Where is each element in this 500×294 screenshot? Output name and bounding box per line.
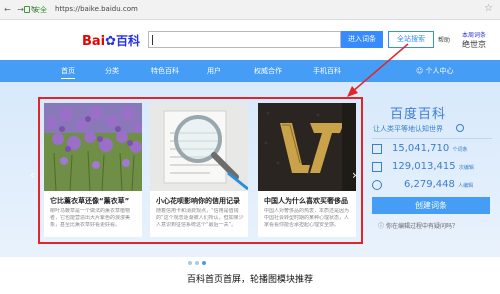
stat-unit: 个词条 [452,147,468,153]
edit-icon [372,162,382,172]
stat-value: 129,013,415 次编辑 [392,161,474,172]
users-icon [372,180,382,190]
panel-subtitle: 让人类平等地认知世界 [373,125,443,133]
document-icon [372,144,382,154]
stat-unit: 人编辑 [458,183,474,189]
panel-title: 百度百科 [390,107,447,122]
play-circle-icon[interactable] [456,124,464,132]
image-caption: 百科首页首屏，轮播图模块推荐 [186,275,313,285]
create-entry-button[interactable]: 创建词条 [372,197,490,214]
stat-value: 15,041,710 个词条 [392,143,467,154]
panel-divider [372,138,492,139]
editing-help-link[interactable]: ⓘ 你在编辑过程中有疑问吗？ [378,221,458,230]
stat-value: 6,279,448 人编辑 [404,179,473,190]
stat-unit: 次编辑 [458,165,474,171]
stat-number: 15,041,710 [392,143,450,154]
stat-number: 129,013,415 [392,161,456,172]
help-text: 你在编辑过程中有疑问吗？ [385,223,458,230]
question-icon: ⓘ [378,223,385,230]
stat-number: 6,279,448 [404,179,455,190]
